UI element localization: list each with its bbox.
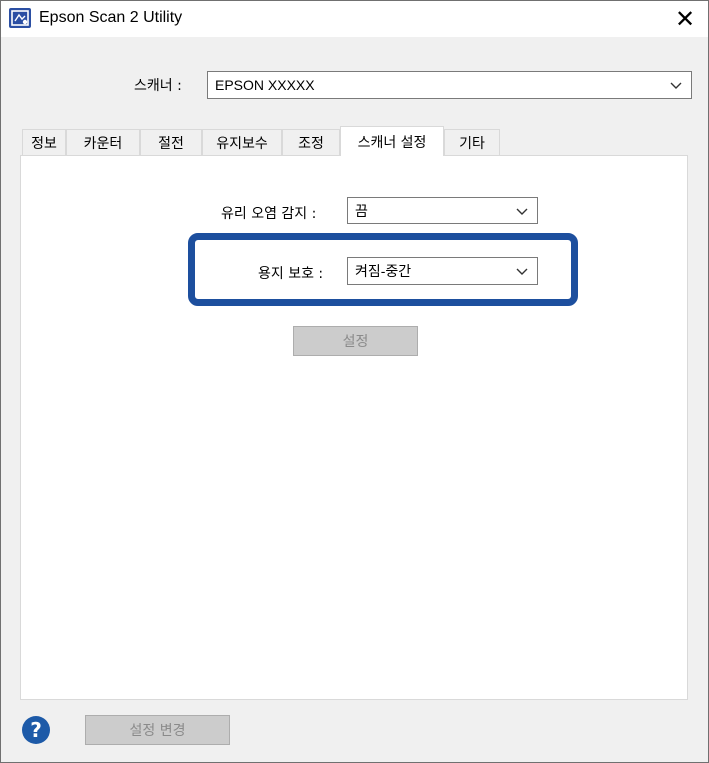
tab-scanner-settings[interactable]: 스캐너 설정: [340, 126, 444, 156]
glass-dirt-value: 끔: [355, 202, 368, 219]
tab-info[interactable]: 정보: [22, 129, 66, 155]
app-icon: [9, 8, 31, 28]
change-settings-button[interactable]: 설정 변경: [85, 715, 230, 745]
tab-maintenance[interactable]: 유지보수: [202, 129, 282, 155]
close-icon: ✕: [674, 5, 696, 33]
help-icon[interactable]: ?: [22, 716, 50, 744]
glass-dirt-label: 유리 오염 감지 :: [221, 206, 317, 222]
tab-label: 스캐너 설정: [357, 134, 427, 151]
tab-power-saving[interactable]: 절전: [140, 129, 202, 155]
set-button[interactable]: 설정: [293, 326, 418, 356]
chevron-down-icon: [516, 268, 528, 275]
tab-label: 카운터: [83, 135, 123, 152]
chevron-down-icon: [516, 208, 528, 215]
scanner-select-value: EPSON XXXXX: [215, 77, 315, 93]
tab-label: 조정: [298, 135, 324, 152]
tab-label: 기타: [459, 135, 485, 152]
tab-adjustment[interactable]: 조정: [282, 129, 340, 155]
scanner-label: 스캐너 :: [134, 78, 182, 94]
tab-other[interactable]: 기타: [444, 129, 500, 155]
paper-protection-select[interactable]: 켜짐-중간: [347, 257, 538, 285]
utility-window: Epson Scan 2 Utility ✕ 스캐너 : EPSON XXXXX…: [0, 0, 709, 763]
window-title: Epson Scan 2 Utility: [39, 9, 183, 26]
scanner-select[interactable]: EPSON XXXXX: [207, 71, 692, 99]
tab-counter[interactable]: 카운터: [66, 129, 140, 155]
glass-dirt-select[interactable]: 끔: [347, 197, 538, 224]
tab-label: 정보: [31, 135, 57, 152]
paper-protection-value: 켜짐-중간: [355, 263, 412, 279]
chevron-down-icon: [670, 82, 682, 89]
title-bar: Epson Scan 2 Utility ✕: [1, 1, 708, 37]
close-button[interactable]: ✕: [662, 1, 708, 37]
paper-protection-label: 용지 보호 :: [258, 266, 324, 282]
tab-label: 절전: [158, 135, 184, 152]
tab-label: 유지보수: [216, 135, 268, 152]
